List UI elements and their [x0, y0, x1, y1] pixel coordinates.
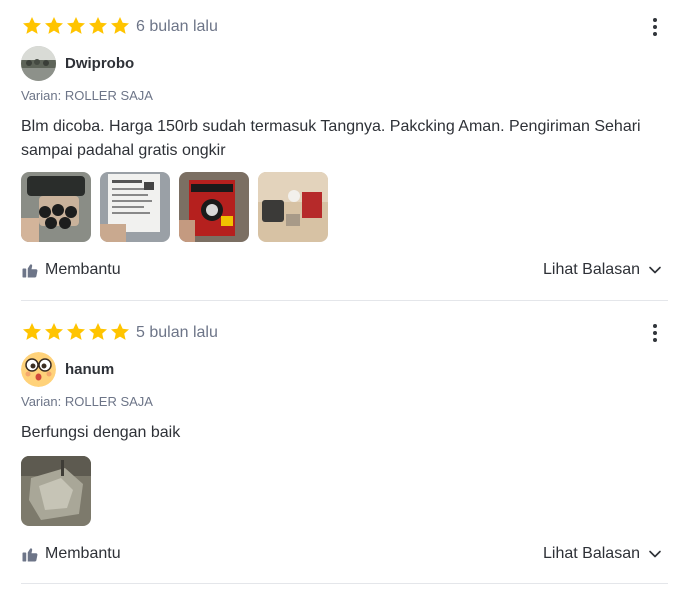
thumbs-up-icon [22, 264, 38, 278]
star-icon [45, 323, 63, 340]
star-icon [23, 323, 41, 340]
view-replies-label: Lihat Balasan [543, 261, 640, 278]
chevron-down-icon [649, 550, 661, 558]
review-time: 5 bulan lalu [136, 324, 218, 341]
review-text: Berfungsi dengan baik [21, 424, 181, 441]
chevron-down-icon [649, 266, 661, 274]
review-photos [21, 456, 91, 526]
star-rating [21, 15, 131, 39]
star-icon [111, 323, 129, 340]
reviewer-name[interactable]: hanum [65, 361, 114, 379]
more-vertical-icon[interactable] [648, 16, 662, 38]
view-replies-button[interactable]: Lihat Balasan [543, 258, 662, 282]
thumbs-up-icon [22, 548, 38, 562]
star-icon [45, 17, 63, 34]
star-icon [67, 323, 85, 340]
more-vertical-icon[interactable] [648, 322, 662, 344]
helpful-label: Membantu [45, 545, 121, 562]
divider [21, 583, 668, 584]
review-photo[interactable] [179, 172, 249, 242]
review-card: 5 bulan lalu hanum Varian: ROLLER SAJA B… [21, 316, 668, 584]
divider [21, 300, 668, 301]
reviewer: Dwiprobo [21, 46, 421, 82]
helpful-button[interactable]: Membantu [21, 542, 121, 566]
review-text: Blm dicoba. Harga 150rb sudah termasuk T… [21, 118, 641, 159]
reviewer: hanum [21, 352, 421, 388]
review-photo[interactable] [258, 172, 328, 242]
review-photo[interactable] [21, 172, 91, 242]
view-replies-button[interactable]: Lihat Balasan [543, 542, 662, 566]
avatar[interactable] [21, 46, 56, 81]
review-card: 6 bulan lalu Dwiprobo Varian: ROLLER SAJ… [21, 10, 668, 301]
review-photo[interactable] [21, 456, 91, 526]
review-time: 6 bulan lalu [136, 18, 218, 35]
product-variant: Varian: ROLLER SAJA [21, 88, 153, 103]
review-photo[interactable] [100, 172, 170, 242]
star-icon [111, 17, 129, 34]
review-actions: Membantu Lihat Balasan [21, 542, 668, 566]
helpful-label: Membantu [45, 261, 121, 278]
star-icon [89, 323, 107, 340]
review-header: 6 bulan lalu [21, 10, 668, 44]
star-icon [89, 17, 107, 34]
star-icon [67, 17, 85, 34]
review-header: 5 bulan lalu [21, 316, 668, 350]
product-variant: Varian: ROLLER SAJA [21, 394, 153, 409]
helpful-button[interactable]: Membantu [21, 258, 121, 282]
avatar[interactable] [21, 352, 56, 387]
view-replies-label: Lihat Balasan [543, 545, 640, 562]
review-photos [21, 172, 328, 242]
review-actions: Membantu Lihat Balasan [21, 258, 668, 282]
star-icon [23, 17, 41, 34]
star-rating [21, 321, 131, 345]
reviewer-name[interactable]: Dwiprobo [65, 55, 134, 73]
